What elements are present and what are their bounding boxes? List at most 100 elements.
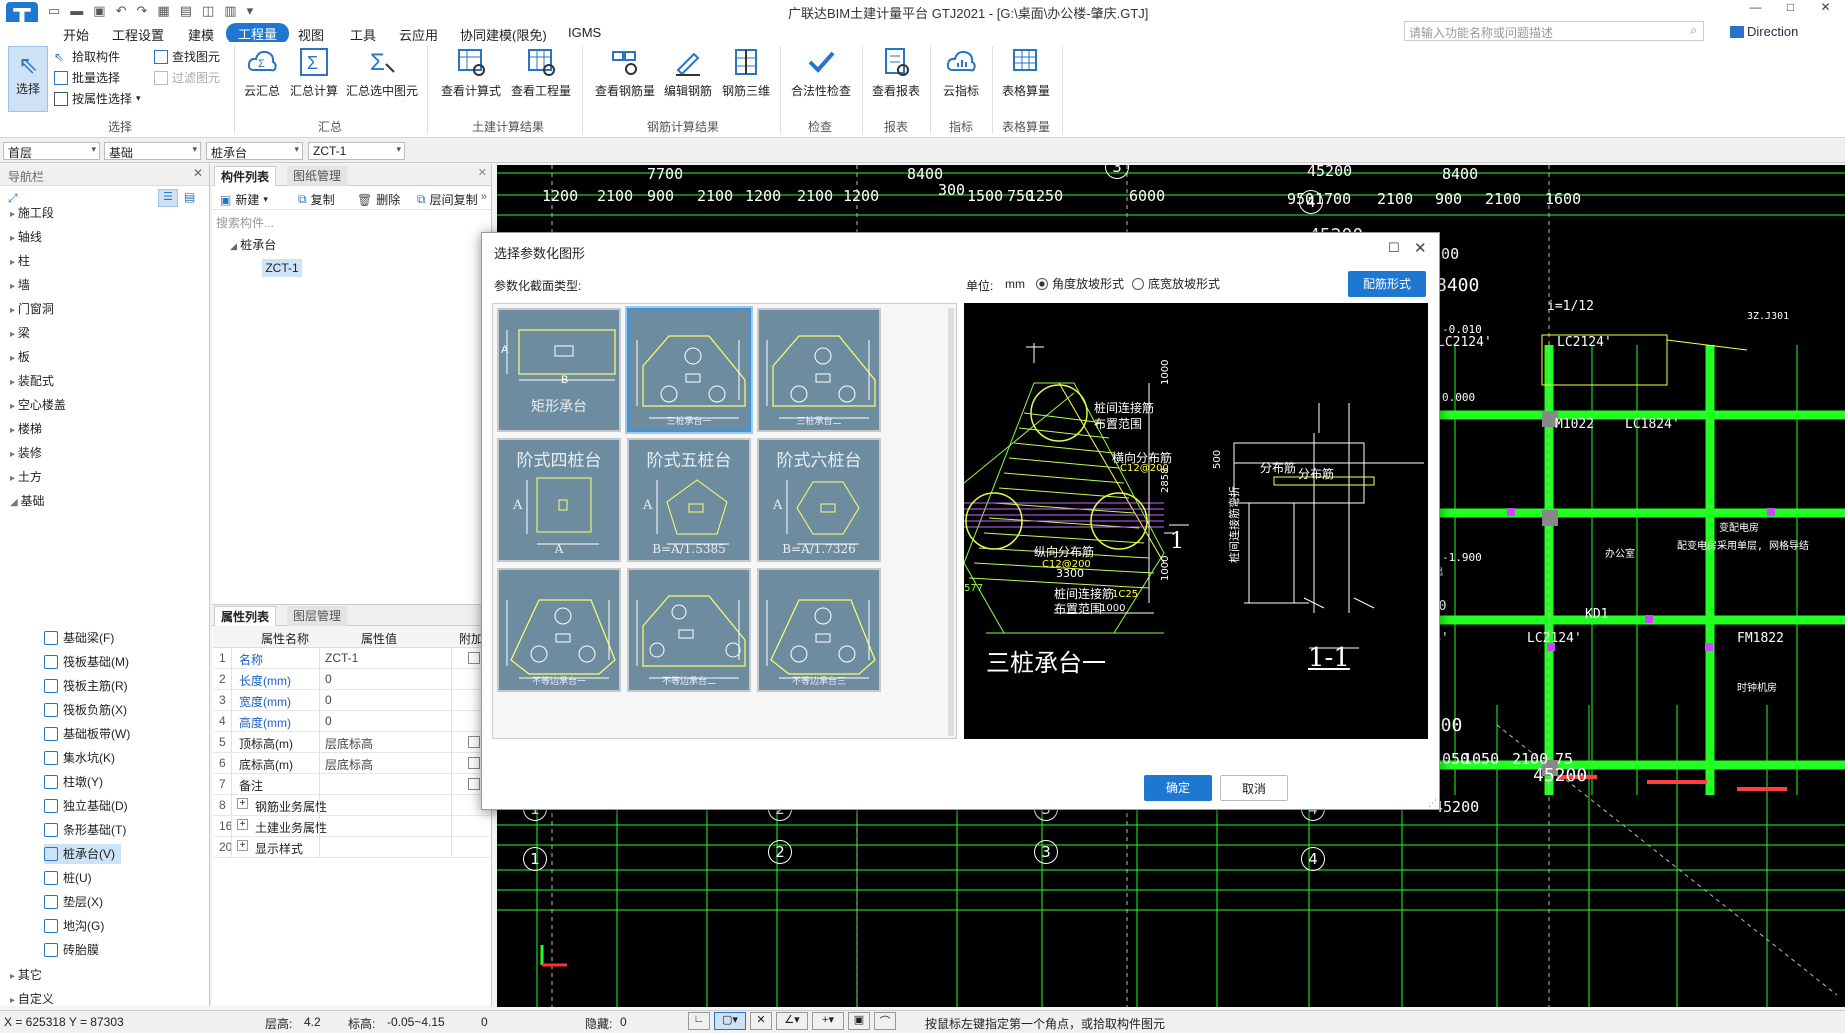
resize-grip-icon[interactable]: ⋰ [1428, 798, 1437, 809]
nav-sub-item-10[interactable]: 桩(U) [44, 868, 92, 888]
copy-button[interactable]: ⧉ 复制 [298, 191, 335, 208]
undo-icon[interactable]: ↶ [116, 3, 127, 19]
tab-component-list[interactable]: 构件列表 [214, 166, 277, 186]
rebar-3d-button[interactable]: 钢筋三维 [718, 46, 774, 99]
direction-link[interactable]: Direction [1730, 24, 1798, 39]
nav-item-7[interactable]: ▸ 装配式 [10, 372, 54, 390]
dialog-close-button[interactable]: ✕ [1414, 239, 1427, 257]
extra-checkbox[interactable] [468, 736, 480, 748]
more-icon[interactable]: ▾ [247, 3, 254, 19]
attr-value[interactable]: 0 [325, 672, 332, 686]
expand-icon[interactable]: + [237, 819, 248, 830]
search-box[interactable]: 请输入功能名称或问题描述 ⌕ [1404, 21, 1704, 41]
component-search-input[interactable]: 搜索构件... [216, 214, 487, 232]
gallery-scrollbar[interactable] [948, 308, 954, 736]
attr-value[interactable]: 层底标高 [325, 756, 373, 773]
chevron-right-icon[interactable]: ▸ [10, 971, 18, 982]
type-select[interactable]: 桩承台 [206, 142, 303, 160]
category-select[interactable]: 基础 [104, 142, 201, 160]
open-folder-icon[interactable]: ▬ [70, 3, 83, 19]
nav-item-1[interactable]: ▸ 轴线 [10, 228, 42, 246]
chevron-right-icon[interactable]: ▸ [10, 257, 18, 268]
tab-property-list[interactable]: 属性列表 [214, 606, 277, 626]
layout-icon[interactable]: ▥ [224, 3, 236, 19]
minimize-button[interactable]: — [1738, 0, 1773, 14]
angle-icon[interactable]: ∠▾ [776, 1012, 808, 1030]
property-row[interactable]: 16 + 土建业务属性 [213, 816, 491, 837]
layer-icon[interactable]: ▣ [848, 1012, 870, 1030]
nav-sub-item-1[interactable]: 筏板基础(M) [44, 652, 129, 672]
shape-cell-2[interactable]: 三桩承台二 [757, 308, 881, 432]
edit-rebar-button[interactable]: 编辑钢筋 [660, 46, 716, 99]
chevron-right-icon[interactable]: ▸ [10, 995, 18, 1006]
extra-checkbox[interactable] [468, 757, 480, 769]
property-row[interactable]: 8 + 钢筋业务属性 [213, 795, 491, 816]
chevron-right-icon[interactable]: ▸ [10, 473, 18, 484]
close-icon[interactable]: ✕ [193, 166, 203, 180]
tab-layer-management[interactable]: 图层管理 [287, 606, 348, 626]
nav-item-0[interactable]: ▸ 施工段 [10, 204, 54, 222]
chevron-down-icon[interactable]: ◢ [10, 497, 20, 508]
delete-button[interactable]: 🗑 删除 [357, 191, 400, 208]
chevron-right-icon[interactable]: ▸ [10, 425, 18, 436]
radio-angle-slope[interactable]: 角度放坡形式 [1036, 275, 1124, 292]
shape-cell-5[interactable]: 阶式六桩台 A B=A/1.7326 [757, 438, 881, 562]
floor-copy-button[interactable]: ⧉ 层间复制 [417, 191, 478, 208]
summary-selected-button[interactable]: Σ 汇总选中图元 [344, 46, 420, 99]
property-row[interactable]: 7 备注 [213, 774, 491, 795]
property-row[interactable]: 1 名称 ZCT-1 [213, 648, 491, 669]
maximize-button[interactable]: □ [1773, 0, 1808, 14]
grid-icon[interactable]: ▦ [157, 3, 169, 19]
attr-value[interactable]: 0 [325, 693, 332, 707]
nav-item-5[interactable]: ▸ 梁 [10, 324, 30, 342]
shape-cell-7[interactable]: 不等边承台二 [627, 568, 751, 692]
nav-sub-item-6[interactable]: 柱墩(Y) [44, 772, 103, 792]
new-button[interactable]: ▣ 新建 ▾ [220, 191, 268, 208]
view-icon[interactable]: ◫ [202, 3, 214, 19]
chevron-right-icon[interactable]: ▸ [10, 209, 18, 220]
find-element-button[interactable]: 查找图元 [154, 48, 220, 65]
select-by-attr-button[interactable]: 按属性选择 ▾ [54, 90, 141, 107]
nav-item-10[interactable]: ▸ 装修 [10, 444, 42, 462]
chevron-right-icon[interactable]: ▸ [10, 281, 18, 292]
cloud-summary-button[interactable]: Σ 云汇总 [241, 46, 283, 99]
chevron-right-icon[interactable]: ▸ [10, 329, 18, 340]
close-icon[interactable]: ✕ [478, 166, 487, 179]
component-select[interactable]: ZCT-1 [308, 142, 405, 160]
attr-value[interactable]: 0 [325, 714, 332, 728]
shape-cell-3[interactable]: 阶式四桩台 A A [497, 438, 621, 562]
table-quantity-button[interactable]: 表格算量 [996, 46, 1056, 99]
batch-select-button[interactable]: 批量选择 [54, 69, 120, 86]
view-rebar-button[interactable]: 查看钢筋量 [592, 46, 658, 99]
view-report-button[interactable]: 查看报表 [868, 46, 924, 99]
select-button[interactable]: ⇖ 选择 [8, 46, 48, 112]
chevron-right-icon[interactable]: ▸ [10, 353, 18, 364]
nav-sub-item-13[interactable]: 砖胎膜 [44, 940, 99, 960]
chevron-right-icon[interactable]: ▸ [10, 401, 18, 412]
view-formula-button[interactable]: 查看计算式 [438, 46, 504, 99]
floor-select[interactable]: 首层 [3, 142, 100, 160]
view-quantity-button[interactable]: 查看工程量 [508, 46, 574, 99]
nav-sub-item-0[interactable]: 基础梁(F) [44, 628, 114, 648]
chevron-right-icon[interactable]: ▸ [10, 233, 18, 244]
tree-parent[interactable]: ◢ 桩承台 [230, 236, 276, 253]
close-button[interactable]: ✕ [1808, 0, 1843, 14]
nav-item-4[interactable]: ▸ 门窗洞 [10, 300, 54, 318]
radio-width-slope[interactable]: 底宽放坡形式 [1132, 275, 1220, 292]
legality-check-button[interactable]: 合法性检查 [788, 46, 854, 99]
filter-element-button[interactable]: 过滤图元 [154, 69, 220, 86]
cancel-button[interactable]: 取消 [1220, 775, 1288, 801]
attr-value[interactable]: ZCT-1 [325, 651, 358, 665]
attr-value[interactable]: 层底标高 [325, 735, 373, 752]
chevron-right-icon[interactable]: ▸ [10, 305, 18, 316]
menu-quantity[interactable]: 工程量 [226, 23, 290, 44]
nav-sub-item-9[interactable]: 桩承台(V) [44, 844, 121, 864]
property-row[interactable]: 3 宽度(mm) 0 [213, 690, 491, 711]
snap-rect-icon[interactable]: ▢▾ [714, 1012, 746, 1030]
nav-item-8[interactable]: ▸ 空心楼盖 [10, 396, 66, 414]
nav-sub-item-8[interactable]: 条形基础(T) [44, 820, 126, 840]
table-icon[interactable]: ▤ [180, 3, 192, 19]
rebar-form-button[interactable]: 配筋形式 [1348, 271, 1426, 297]
expand-icon[interactable]: + [237, 840, 248, 851]
chevron-right-icon[interactable]: ▸ [10, 377, 18, 388]
